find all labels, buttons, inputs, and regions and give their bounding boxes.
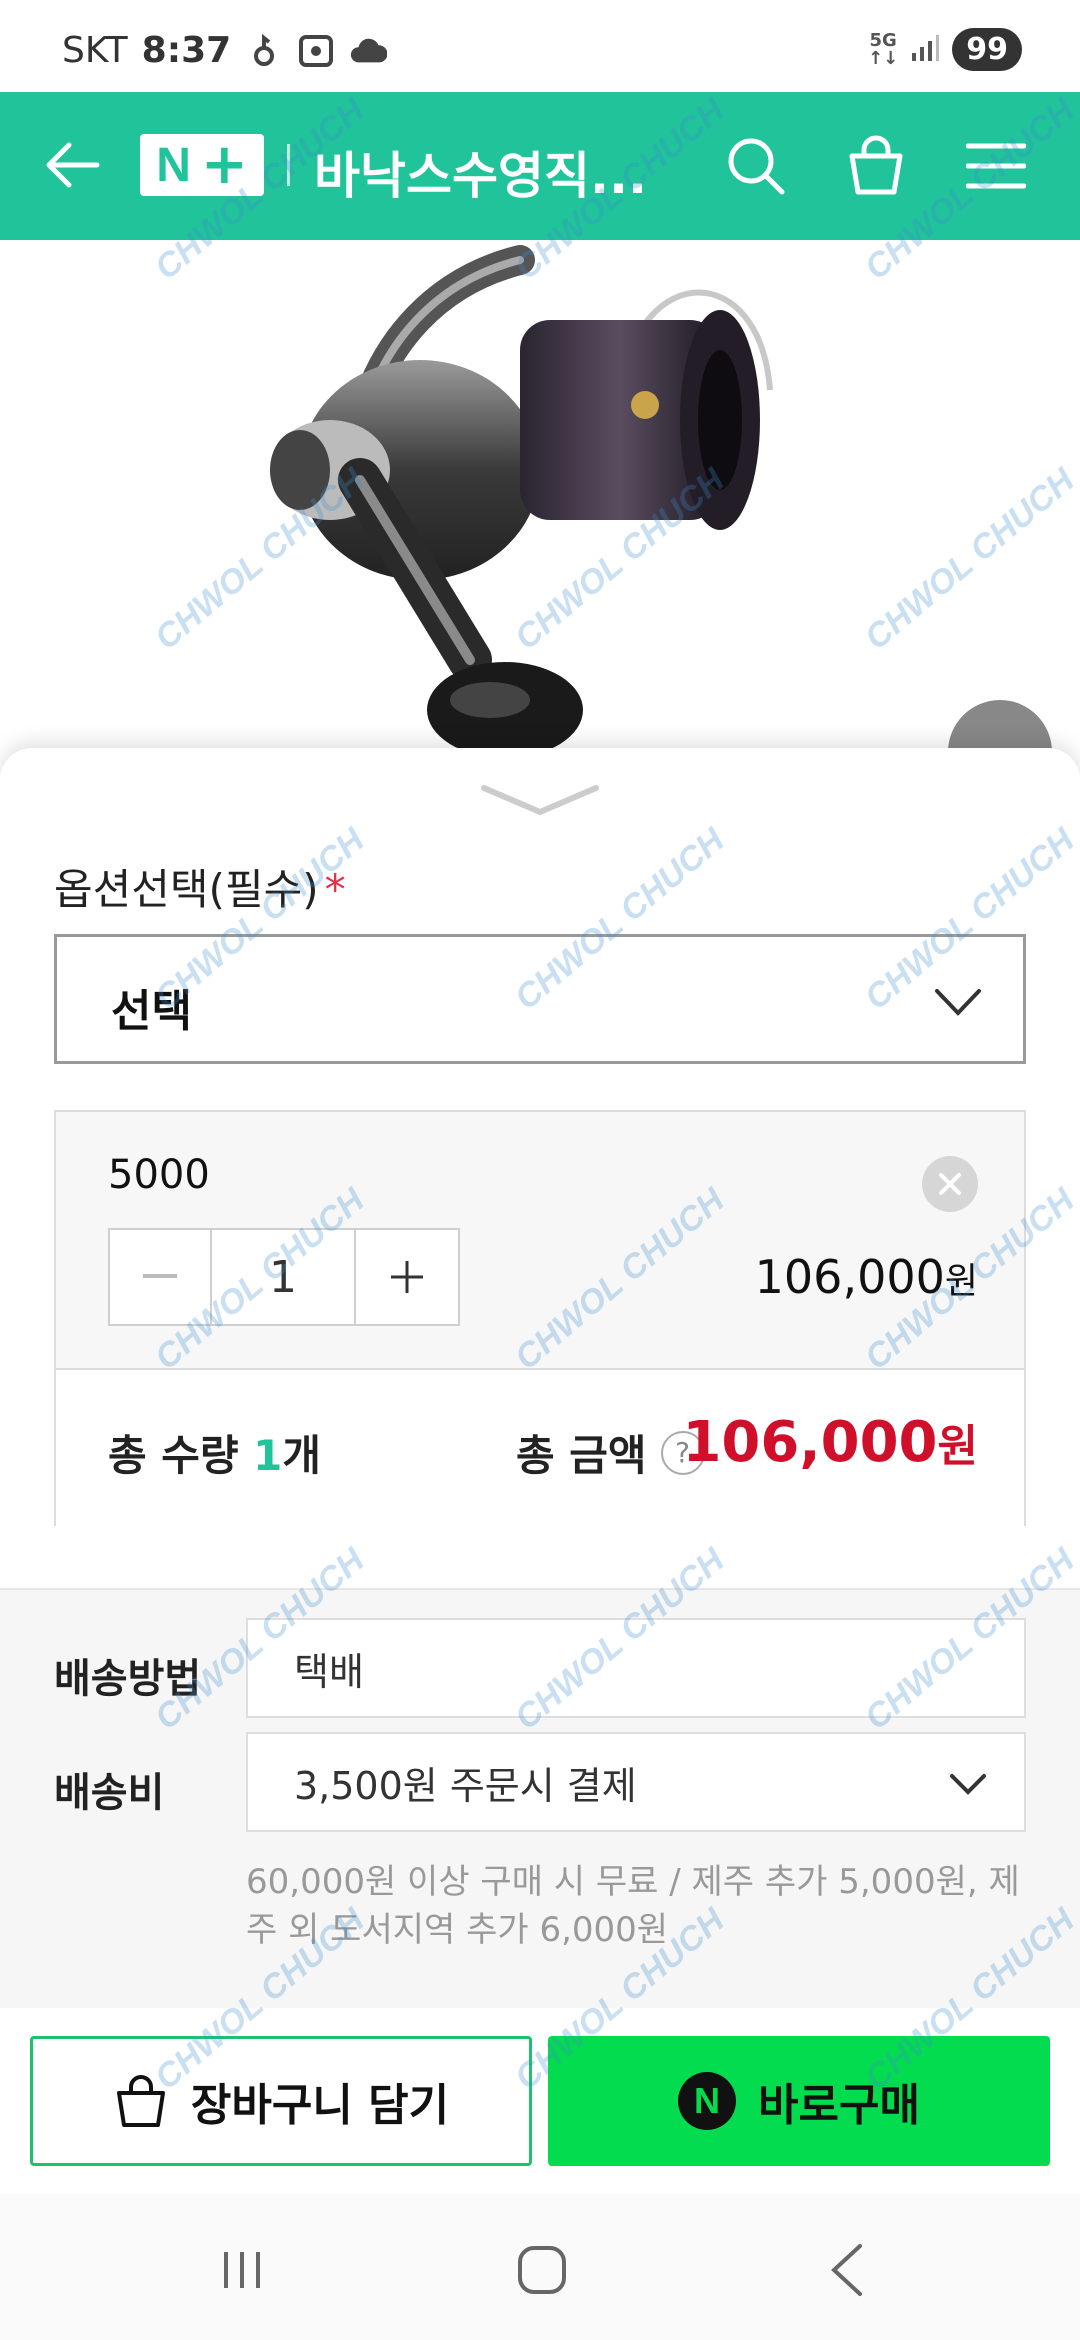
total-summary: 총 수량 1개 총 금액 ? 106,000원 [56, 1370, 1024, 1526]
selected-option-name: 5000 [108, 1152, 210, 1198]
collapse-handle[interactable] [480, 780, 600, 824]
remove-option-button[interactable] [922, 1156, 978, 1212]
naver-plus-logo[interactable]: N + [140, 134, 264, 196]
option-sheet: 옵션선택(필수) * 선택 5000 1 106,000원 총 수량 1개 총 … [0, 748, 1080, 2008]
cloud-icon [349, 32, 388, 70]
total-quantity: 총 수량 1개 [108, 1431, 322, 1480]
decrease-button[interactable] [110, 1230, 212, 1324]
fishing-reel-image [270, 245, 773, 758]
option-label: 옵션선택(필수) * [54, 865, 346, 914]
search-icon [728, 138, 785, 195]
home-icon [518, 2246, 566, 2294]
arrow-left-icon [46, 142, 100, 188]
shipping-section: 배송방법 택배 배송비 3,500원 주문시 결제 60,000원 이상 구매 … [0, 1588, 1080, 2008]
product-image[interactable] [0, 240, 1080, 760]
selected-option-box: 5000 1 106,000원 총 수량 1개 총 금액 ? 106,000원 [54, 1110, 1026, 1526]
network-5g-icon: 5G ↑↓ [868, 29, 899, 69]
header-divider [287, 144, 290, 186]
shipping-fee-label: 배송비 [54, 1770, 165, 1816]
action-bar: 장바구니 담기 N 바로구매 [0, 2008, 1080, 2194]
total-amount: 106,000원 [682, 1410, 978, 1475]
carrier-label: SKT [62, 30, 128, 71]
status-bar: SKT 8:37 5G ↑↓ 99 [0, 0, 1080, 92]
required-mark: * [324, 865, 346, 914]
shipping-fee-select[interactable]: 3,500원 주문시 결제 [246, 1732, 1026, 1832]
naver-pay-icon: N [678, 2072, 737, 2130]
item-price: 106,000원 [754, 1250, 978, 1304]
app-header: N + 바낙스수영직... [0, 92, 1080, 240]
plus-icon: + [200, 132, 248, 197]
buy-now-button[interactable]: N 바로구매 [548, 2036, 1050, 2166]
status-left: SKT 8:37 [62, 30, 388, 71]
quantity-value[interactable]: 1 [212, 1230, 356, 1324]
minus-icon [143, 1274, 177, 1278]
signal-icon [910, 33, 940, 67]
shipping-note: 60,000원 이상 구매 시 무료 / 제주 추가 5,000원, 제주 외 … [246, 1862, 1020, 1950]
chevron-left-icon [831, 2244, 862, 2296]
search-button[interactable] [716, 126, 796, 206]
shopping-bag-icon [849, 135, 903, 195]
store-name[interactable]: 바낙스수영직... [314, 136, 647, 208]
battery-indicator: 99 [952, 28, 1022, 71]
add-to-cart-button[interactable]: 장바구니 담기 [30, 2036, 532, 2166]
home-button[interactable] [502, 2230, 582, 2310]
increase-button[interactable] [356, 1230, 458, 1324]
total-amount-label: 총 금액 ? [516, 1422, 705, 1483]
shipping-method-label: 배송방법 [54, 1656, 202, 1702]
chevron-down-icon [950, 1774, 986, 1795]
chevron-down-icon [935, 989, 981, 1016]
cart-button[interactable] [836, 126, 916, 206]
system-nav-bar [0, 2194, 1080, 2340]
status-right: 5G ↑↓ 99 [868, 28, 1022, 71]
menu-button[interactable] [956, 126, 1036, 206]
option-select-value: 선택 [111, 986, 192, 1037]
clock: 8:37 [141, 30, 232, 71]
quantity-stepper: 1 [108, 1228, 460, 1326]
chevron-down-icon [481, 785, 599, 816]
recent-apps-button[interactable] [202, 2230, 282, 2310]
notification-icon [245, 32, 283, 70]
plus-icon [391, 1261, 423, 1293]
shopping-bag-icon [116, 2075, 165, 2127]
option-select[interactable]: 선택 [54, 934, 1026, 1064]
back-button[interactable] [40, 132, 106, 198]
back-nav-button[interactable] [806, 2230, 886, 2310]
shipping-method-field: 택배 [246, 1618, 1026, 1718]
close-icon [939, 1173, 961, 1195]
recent-apps-icon [224, 2252, 260, 2288]
hamburger-menu-icon [966, 143, 1026, 189]
screenshot-icon [297, 32, 335, 70]
